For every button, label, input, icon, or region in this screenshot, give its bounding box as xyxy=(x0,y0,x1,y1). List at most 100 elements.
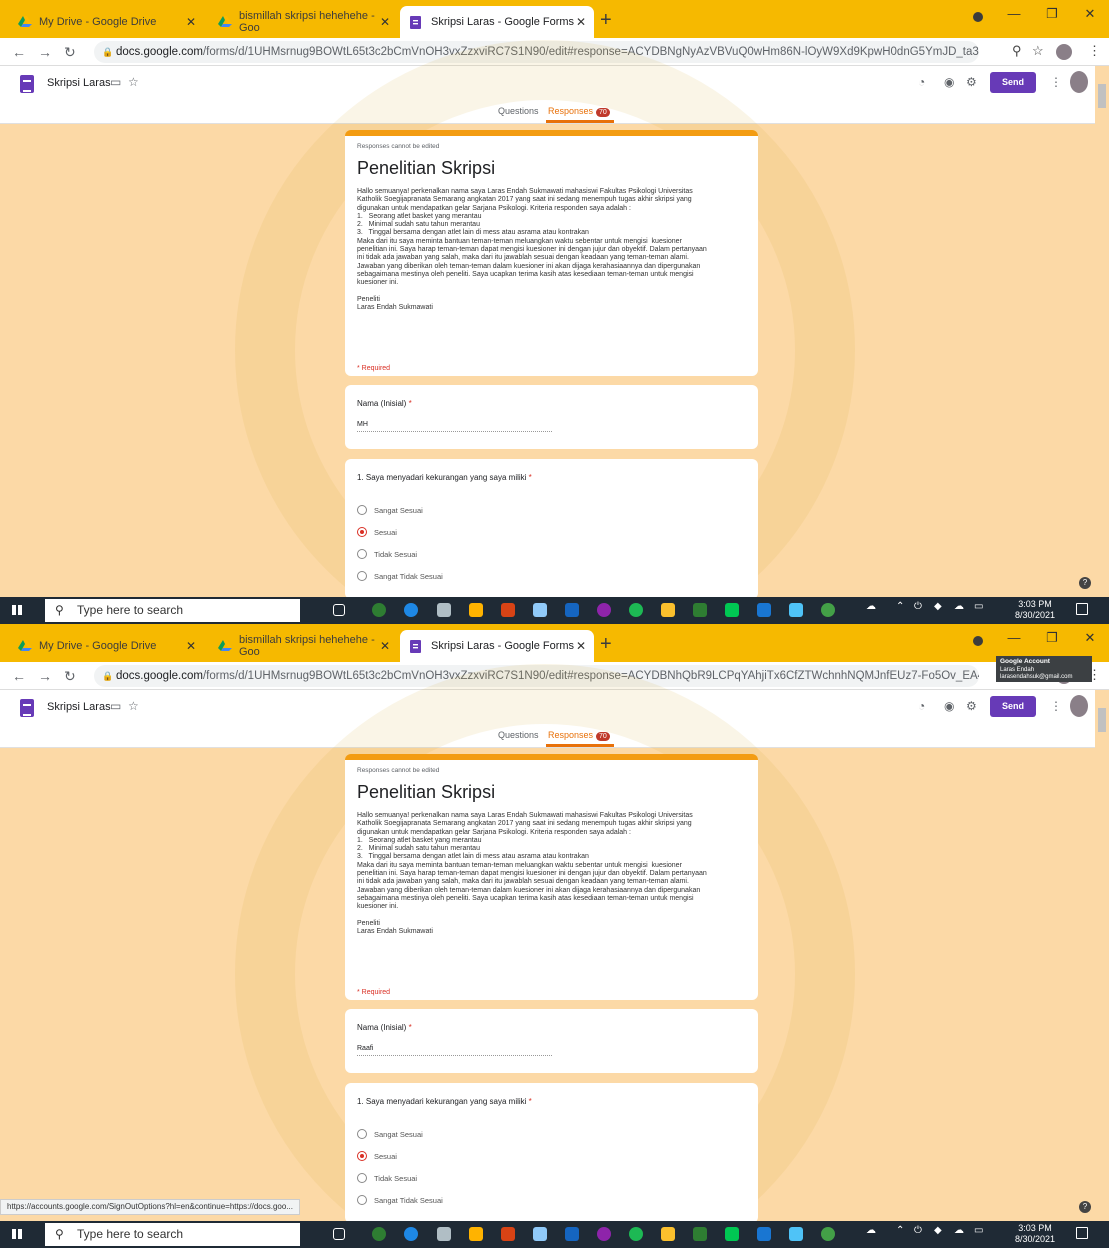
line-app-icon[interactable] xyxy=(725,1227,739,1241)
folder-icon[interactable]: ▭ xyxy=(110,75,121,89)
zoom-icon[interactable]: ⚲ xyxy=(1012,43,1022,59)
lock-icon[interactable]: 🔒 xyxy=(102,41,113,63)
forms-logo-icon[interactable] xyxy=(20,75,34,93)
option-sesuai[interactable]: Sesuai xyxy=(357,1151,397,1161)
close-tab-icon[interactable]: ✕ xyxy=(380,639,390,653)
power-tray-icon[interactable]: ⏻ xyxy=(914,1225,922,1236)
media-app-icon[interactable] xyxy=(565,603,579,617)
network-tray-icon[interactable]: ◆ xyxy=(934,601,942,612)
chrome-app-icon[interactable] xyxy=(372,1227,386,1241)
maximize-button[interactable]: ❐ xyxy=(1033,624,1071,654)
excel-app-icon[interactable] xyxy=(693,603,707,617)
forward-icon[interactable]: → xyxy=(38,668,52,684)
scrollbar-thumb[interactable] xyxy=(1098,84,1106,108)
tab-questions[interactable]: Questions xyxy=(498,730,539,740)
star-icon[interactable]: ☆ xyxy=(128,75,139,89)
option-sesuai[interactable]: Sesuai xyxy=(357,527,397,537)
forms-logo-icon[interactable] xyxy=(20,699,34,717)
folder-icon[interactable]: ▭ xyxy=(110,699,121,713)
back-icon[interactable]: ← xyxy=(12,668,26,684)
task-view-icon[interactable] xyxy=(333,1228,345,1240)
close-tab-icon[interactable]: ✕ xyxy=(576,639,586,653)
tab-skripsi-laras[interactable]: Skripsi Laras - Google Forms ✕ xyxy=(400,6,594,38)
new-tab-button[interactable]: + xyxy=(600,632,612,656)
taskbar-search-input[interactable]: ⚲ Type here to search xyxy=(45,1223,300,1246)
radio-button[interactable] xyxy=(357,571,367,581)
spotify-app-icon[interactable] xyxy=(629,603,643,617)
more-options-icon[interactable]: ⋮ xyxy=(1050,75,1062,89)
radio-button[interactable] xyxy=(357,1173,367,1183)
store-app-icon[interactable] xyxy=(469,1227,483,1241)
windows-start-icon[interactable] xyxy=(12,605,22,615)
tray-chevron-icon[interactable]: ⌃ xyxy=(896,1225,904,1236)
paint-app-icon[interactable] xyxy=(437,603,451,617)
task-view-icon[interactable] xyxy=(333,604,345,616)
power-tray-icon[interactable]: ⏻ xyxy=(914,601,922,612)
option-sangat-tidak-sesuai[interactable]: Sangat Tidak Sesuai xyxy=(357,1195,443,1205)
minimize-button[interactable]: — xyxy=(995,624,1033,654)
notification-icon[interactable] xyxy=(1076,603,1088,615)
send-button[interactable]: Send xyxy=(990,696,1036,717)
itunes-app-icon[interactable] xyxy=(597,603,611,617)
lock-icon[interactable]: 🔒 xyxy=(102,665,113,687)
close-tab-icon[interactable]: ✕ xyxy=(576,15,586,29)
files-app-icon[interactable] xyxy=(661,1227,675,1241)
taskbar-clock[interactable]: 3:03 PM 8/30/2021 xyxy=(1015,1223,1055,1245)
explorer-app-icon[interactable] xyxy=(533,603,547,617)
tab-my-drive[interactable]: My Drive - Google Drive ✕ xyxy=(8,630,204,662)
maximize-button[interactable]: ❐ xyxy=(1033,0,1071,30)
minimize-button[interactable]: — xyxy=(995,0,1033,30)
taskbar-clock[interactable]: 3:03 PM 8/30/2021 xyxy=(1015,599,1055,621)
star-icon[interactable]: ☆ xyxy=(128,699,139,713)
itunes-app-icon[interactable] xyxy=(597,1227,611,1241)
close-tab-icon[interactable]: ✕ xyxy=(186,639,196,653)
word-app-icon[interactable] xyxy=(757,1227,771,1241)
tab-responses[interactable]: Responses 70 xyxy=(546,730,614,747)
back-icon[interactable]: ← xyxy=(12,44,26,60)
form-title[interactable]: Skripsi Laras xyxy=(47,77,111,89)
line-app-icon[interactable] xyxy=(725,603,739,617)
onedrive-tray-icon[interactable]: ☁ xyxy=(866,601,876,612)
reload-icon[interactable]: ↻ xyxy=(64,44,76,61)
close-tab-icon[interactable]: ✕ xyxy=(380,15,390,29)
close-window-button[interactable]: ✕ xyxy=(1071,0,1109,30)
settings-gear-icon[interactable]: ⚙ xyxy=(966,75,977,89)
radio-button[interactable] xyxy=(357,1129,367,1139)
close-window-button[interactable]: ✕ xyxy=(1071,624,1109,654)
radio-button[interactable] xyxy=(357,1151,367,1161)
help-icon[interactable]: ? xyxy=(1079,577,1091,589)
photos-app-icon[interactable] xyxy=(789,1227,803,1241)
bookmark-star-icon[interactable]: ☆ xyxy=(1032,43,1044,59)
chrome-alt-app-icon[interactable] xyxy=(821,603,835,617)
url-field[interactable]: 🔒 docs.google.com/forms/d/1UHMsrnug9BOWt… xyxy=(94,665,979,687)
avatar[interactable] xyxy=(1070,71,1088,93)
chrome-alt-app-icon[interactable] xyxy=(821,1227,835,1241)
taskbar-search-input[interactable]: ⚲ Type here to search xyxy=(45,599,300,622)
new-tab-button[interactable]: + xyxy=(600,8,612,32)
profile-avatar-icon[interactable] xyxy=(1056,44,1072,60)
page-scrollbar[interactable] xyxy=(1095,690,1109,1212)
profile-indicator-icon[interactable] xyxy=(973,12,983,22)
option-sangat-sesuai[interactable]: Sangat Sesuai xyxy=(357,505,423,515)
send-button[interactable]: Send xyxy=(990,72,1036,93)
menu-dots-icon[interactable]: ⋮ xyxy=(1088,43,1101,59)
preview-eye-icon[interactable]: ◉ xyxy=(944,75,954,89)
tab-questions[interactable]: Questions xyxy=(498,106,539,116)
profile-indicator-icon[interactable] xyxy=(973,636,983,646)
preview-eye-icon[interactable]: ◉ xyxy=(944,699,954,713)
edge-app-icon[interactable] xyxy=(404,603,418,617)
explorer-app-icon[interactable] xyxy=(533,1227,547,1241)
page-scrollbar[interactable] xyxy=(1095,66,1109,588)
option-sangat-sesuai[interactable]: Sangat Sesuai xyxy=(357,1129,423,1139)
more-options-icon[interactable]: ⋮ xyxy=(1050,699,1062,713)
powerpoint-app-icon[interactable] xyxy=(501,1227,515,1241)
word-app-icon[interactable] xyxy=(757,603,771,617)
photos-app-icon[interactable] xyxy=(789,603,803,617)
avatar[interactable] xyxy=(1070,695,1088,717)
tab-bismillah[interactable]: bismillah skripsi hehehehe - Goo ✕ xyxy=(208,630,398,662)
reload-icon[interactable]: ↻ xyxy=(64,668,76,685)
network-tray-icon[interactable]: ◆ xyxy=(934,1225,942,1236)
tray-chevron-icon[interactable]: ⌃ xyxy=(896,601,904,612)
tab-responses[interactable]: Responses 70 xyxy=(546,106,614,123)
settings-gear-icon[interactable]: ⚙ xyxy=(966,699,977,713)
